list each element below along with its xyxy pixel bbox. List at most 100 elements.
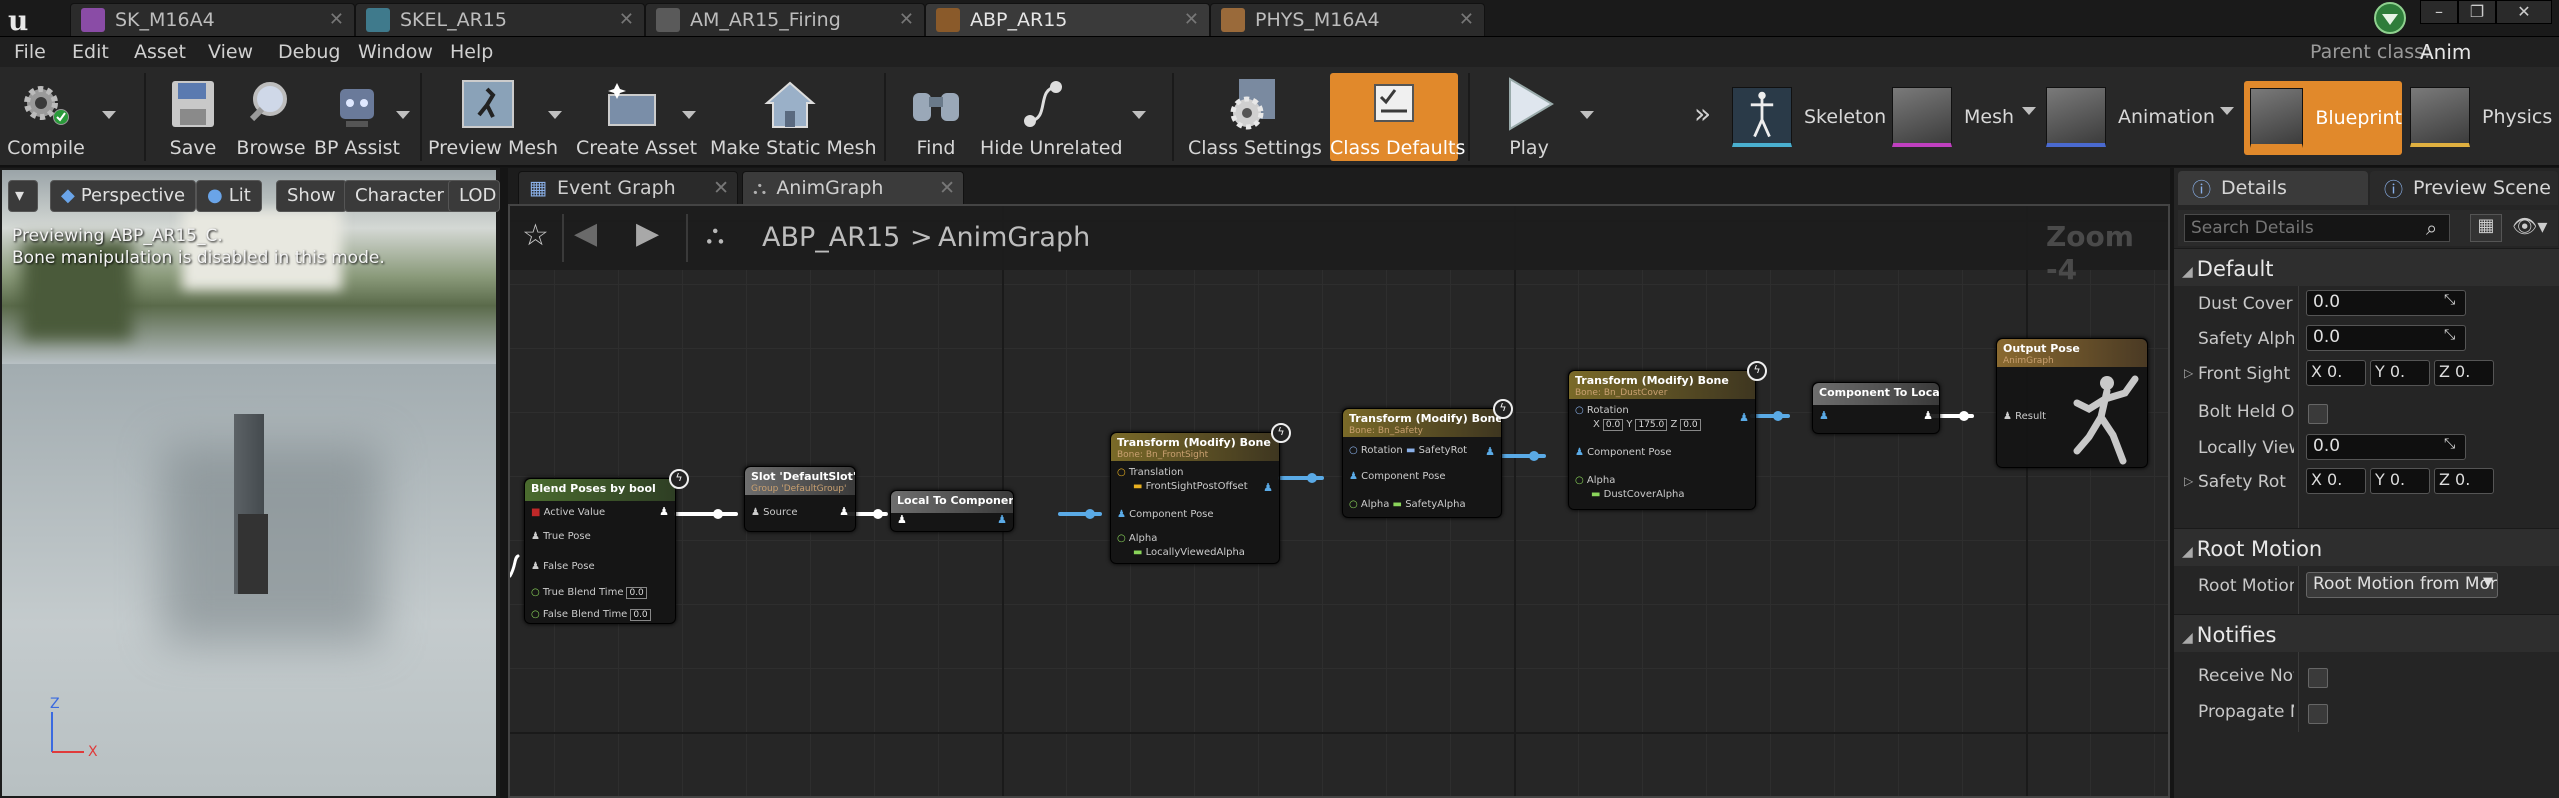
- find-button[interactable]: Find: [898, 67, 974, 167]
- minimize-window-button[interactable]: –: [2420, 0, 2458, 24]
- vector-pin-icon[interactable]: ○: [1117, 467, 1126, 478]
- safety-rot-x-input[interactable]: X 0.: [2306, 468, 2366, 494]
- preview-viewport[interactable]: ▾ ◆ Perspective ● Lit Show Character LOD P…: [0, 168, 500, 798]
- pose-output-pin-icon[interactable]: ♟: [659, 505, 669, 518]
- receive-notifies-checkbox[interactable]: [2308, 668, 2328, 688]
- mode-blueprint-button[interactable]: Blueprint: [2244, 81, 2402, 155]
- false-blend-time-input[interactable]: 0.0: [630, 609, 651, 621]
- float-pin-icon[interactable]: ○: [531, 609, 540, 620]
- rotator-pin-icon[interactable]: ○: [1575, 405, 1584, 416]
- play-options-chevron-icon[interactable]: [1580, 111, 1594, 119]
- node-slot-default[interactable]: Slot 'DefaultSlot' Group 'DefaultGroup' ♟…: [744, 466, 856, 532]
- rotator-pin-icon[interactable]: ○: [1349, 445, 1358, 456]
- mode-skeleton-button[interactable]: Skeleton: [1732, 77, 1886, 157]
- menu-edit[interactable]: Edit: [72, 41, 109, 63]
- pose-output-pin-icon[interactable]: ♟: [1923, 409, 1933, 422]
- character-button[interactable]: Character: [344, 180, 455, 212]
- tab-details[interactable]: ⓘ Details: [2178, 171, 2368, 205]
- menu-window[interactable]: Window: [358, 41, 433, 63]
- safety-rot-y-input[interactable]: Y 0.: [2370, 468, 2430, 494]
- tab-sk-m16a4[interactable]: SK_M16A4 ✕: [70, 3, 355, 36]
- close-tab-icon[interactable]: ✕: [1184, 9, 1199, 30]
- expand-chevron-icon[interactable]: ▷: [2184, 366, 2193, 380]
- node-transform-front-sight[interactable]: Transform (Modify) Bone Bone: Bn_FrontSig…: [1110, 423, 1291, 564]
- component-pose-pin-icon[interactable]: ♟: [1117, 509, 1126, 520]
- category-root-motion[interactable]: ◢ Root Motion: [2174, 528, 2559, 566]
- component-pose-output-pin-icon[interactable]: ♟: [1263, 481, 1273, 494]
- pose-pin-icon[interactable]: ♟: [531, 531, 540, 542]
- preview-mesh-button[interactable]: Preview Mesh: [428, 67, 558, 167]
- dust-cover-alpha-input[interactable]: 0.0: [2306, 290, 2466, 316]
- float-pin-icon[interactable]: ○: [531, 587, 540, 598]
- compile-options-chevron-icon[interactable]: [102, 111, 116, 119]
- category-default[interactable]: ◢ Default: [2174, 248, 2559, 286]
- close-tab-icon[interactable]: ✕: [713, 177, 729, 199]
- perspective-button[interactable]: ◆ Perspective: [50, 180, 197, 212]
- close-tab-icon[interactable]: ✕: [329, 9, 344, 30]
- mesh-mode-chevron-icon[interactable]: [2022, 107, 2036, 115]
- component-pose-output-pin-icon[interactable]: ♟: [1485, 445, 1495, 458]
- tab-event-graph[interactable]: ▦ Event Graph ✕: [518, 171, 738, 204]
- propagate-notifies-checkbox[interactable]: [2308, 704, 2328, 724]
- lit-button[interactable]: ● Lit: [196, 180, 262, 212]
- menu-debug[interactable]: Debug: [278, 41, 340, 63]
- menu-file[interactable]: File: [14, 41, 46, 63]
- float-pin-icon[interactable]: ○: [1117, 533, 1126, 544]
- bp-assist-chevron-icon[interactable]: [396, 111, 410, 119]
- bool-pin-icon[interactable]: ■: [531, 507, 540, 518]
- bolt-held-open-checkbox[interactable]: [2308, 404, 2328, 424]
- node-blend-poses-by-bool[interactable]: Blend Poses by bool ϟ ■ Active Value ♟ ♟…: [524, 469, 689, 624]
- overflow-chevron-icon[interactable]: »: [1694, 97, 1711, 130]
- close-tab-icon[interactable]: ✕: [899, 9, 914, 30]
- component-pose-pin-icon[interactable]: ♟: [1349, 471, 1358, 482]
- menu-view[interactable]: View: [208, 41, 253, 63]
- locally-viewed-alpha-input[interactable]: 0.0: [2306, 434, 2466, 460]
- node-output-pose[interactable]: Output Pose AnimGraph ♟ Result: [1996, 338, 2148, 468]
- class-defaults-button[interactable]: Class Defaults: [1330, 73, 1465, 161]
- safety-rot-z-input[interactable]: Z 0.: [2434, 468, 2494, 494]
- tab-preview-scene[interactable]: ⓘ Preview Scene: [2370, 171, 2558, 205]
- front-sight-x-input[interactable]: X 0.: [2306, 360, 2366, 386]
- anim-graph-canvas[interactable]: ☆ ◀ ▶ ⛬ ABP_AR15 > AnimGraph Zoom -4 Ble…: [508, 204, 2170, 798]
- tab-anim-graph[interactable]: ⛬ AnimGraph ✕: [742, 171, 964, 204]
- play-button[interactable]: Play: [1484, 67, 1574, 167]
- component-pose-output-pin-icon[interactable]: ♟: [997, 513, 1007, 526]
- expand-chevron-icon[interactable]: ▷: [2184, 474, 2193, 488]
- true-blend-time-input[interactable]: 0.0: [626, 587, 647, 599]
- front-sight-z-input[interactable]: Z 0.: [2434, 360, 2494, 386]
- preview-mesh-chevron-icon[interactable]: [548, 111, 562, 119]
- rotation-y-input[interactable]: 175.0: [1635, 419, 1668, 431]
- pose-input-pin-icon[interactable]: ♟: [897, 513, 907, 526]
- maximize-window-button[interactable]: ❐: [2458, 0, 2496, 24]
- viewport-options-chevron-icon[interactable]: ▾: [8, 180, 38, 212]
- close-tab-icon[interactable]: ✕: [1459, 9, 1474, 30]
- mode-physics-button[interactable]: Physics: [2410, 77, 2552, 157]
- browse-button[interactable]: Browse: [236, 67, 306, 167]
- show-button[interactable]: Show: [276, 180, 347, 212]
- search-details-input[interactable]: [2184, 214, 2450, 242]
- lod-button[interactable]: LOD: [448, 180, 500, 212]
- component-pose-pin-icon[interactable]: ♟: [1575, 447, 1584, 458]
- close-tab-icon[interactable]: ✕: [619, 9, 634, 30]
- node-transform-dust-cover[interactable]: Transform (Modify) Bone Bone: Bn_DustCove…: [1568, 361, 1767, 510]
- node-transform-safety[interactable]: Transform (Modify) Bone Bone: Bn_Safety ϟ…: [1342, 399, 1513, 518]
- source-control-icon[interactable]: [2372, 1, 2408, 35]
- close-tab-icon[interactable]: ✕: [939, 177, 955, 199]
- float-pin-icon[interactable]: ○: [1349, 499, 1358, 510]
- pose-pin-icon[interactable]: ♟: [2003, 411, 2012, 422]
- rotation-z-input[interactable]: 0.0: [1680, 419, 1701, 431]
- tab-abp-ar15[interactable]: ABP_AR15 ✕: [925, 3, 1210, 36]
- hide-unrelated-button[interactable]: Hide Unrelated: [980, 67, 1123, 167]
- save-button[interactable]: Save: [158, 67, 228, 167]
- float-pin-icon[interactable]: ○: [1575, 475, 1584, 486]
- unreal-logo-icon[interactable]: u: [4, 2, 36, 34]
- compile-button[interactable]: Compile: [4, 67, 88, 167]
- property-matrix-icon[interactable]: ▦: [2470, 214, 2502, 242]
- tab-phys-m16a4[interactable]: PHYS_M16A4 ✕: [1210, 3, 1485, 36]
- front-sight-y-input[interactable]: Y 0.: [2370, 360, 2430, 386]
- make-static-mesh-button[interactable]: Make Static Mesh: [710, 67, 876, 167]
- component-pose-output-pin-icon[interactable]: ♟: [1739, 411, 1749, 424]
- mode-mesh-button[interactable]: Mesh: [1892, 77, 2014, 157]
- tab-am-ar15-firing[interactable]: AM_AR15_Firing ✕: [645, 3, 925, 36]
- mode-animation-button[interactable]: Animation: [2046, 77, 2215, 157]
